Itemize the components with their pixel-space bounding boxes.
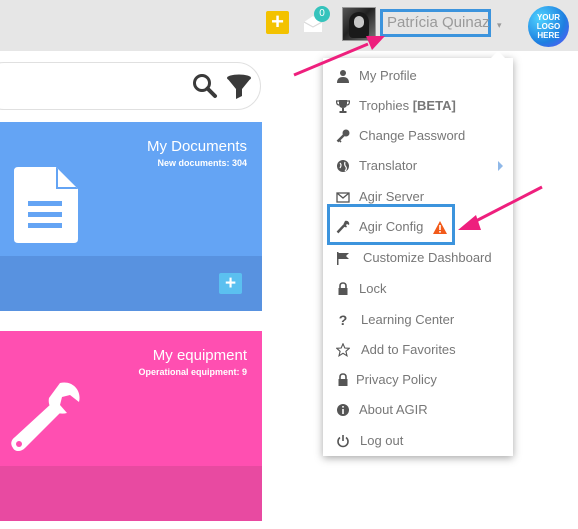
menu-item-change-password[interactable]: Change Password xyxy=(323,121,513,151)
wrench-icon xyxy=(11,382,80,451)
trophy-icon xyxy=(336,100,350,113)
key-icon xyxy=(336,129,350,143)
question-icon: ? xyxy=(338,312,348,328)
search-icon[interactable] xyxy=(192,73,218,99)
document-icon xyxy=(14,167,78,243)
menu-item-add-to-favorites[interactable]: Add to Favorites xyxy=(323,335,513,365)
quick-add-button[interactable]: + xyxy=(266,11,289,34)
avatar[interactable] xyxy=(342,7,376,41)
company-logo: YOUR LOGO HERE xyxy=(528,6,569,47)
add-document-button[interactable]: + xyxy=(219,273,242,294)
filter-icon[interactable] xyxy=(225,73,253,101)
card-title: My equipment xyxy=(152,347,247,364)
user-menu-toggle[interactable]: Patrícia Quinaz xyxy=(380,9,491,37)
card-footer xyxy=(0,466,262,521)
user-icon xyxy=(337,70,349,83)
flag-icon xyxy=(337,252,349,265)
card-title: My Documents xyxy=(146,138,247,155)
star-icon xyxy=(336,343,350,357)
chevron-right-icon xyxy=(498,161,503,171)
lock-icon xyxy=(338,373,348,386)
info-icon xyxy=(337,404,349,416)
card-subtitle: Operational equipment: 9 xyxy=(138,367,247,377)
menu-item-learning-center[interactable]: ? Learning Center xyxy=(323,305,513,335)
menu-item-privacy-policy[interactable]: Privacy Policy xyxy=(323,365,513,395)
agir-config-highlight xyxy=(327,204,455,245)
menu-item-translator[interactable]: Translator xyxy=(323,151,513,181)
menu-item-about-agir[interactable]: About AGIR xyxy=(323,395,513,425)
search-input[interactable] xyxy=(0,62,261,110)
notification-badge: 0 xyxy=(314,6,330,22)
chevron-down-icon[interactable]: ▾ xyxy=(497,20,502,31)
my-documents-card[interactable]: My Documents New documents: 304 + xyxy=(0,122,262,311)
menu-item-log-out[interactable]: Log out xyxy=(323,426,513,456)
menu-item-customize-dashboard[interactable]: Customize Dashboard xyxy=(323,243,513,273)
my-equipment-card[interactable]: My equipment Operational equipment: 9 xyxy=(0,331,262,521)
lock-icon xyxy=(338,282,348,295)
envelope-icon xyxy=(336,192,350,203)
user-dropdown-menu: My Profile Trophies [BETA] Change Passwo… xyxy=(323,51,513,456)
top-bar xyxy=(0,0,578,51)
menu-item-my-profile[interactable]: My Profile xyxy=(323,61,513,91)
card-subtitle: New documents: 304 xyxy=(157,158,247,168)
power-icon xyxy=(337,435,349,448)
menu-item-trophies[interactable]: Trophies [BETA] xyxy=(323,91,513,121)
menu-item-lock[interactable]: Lock xyxy=(323,274,513,304)
globe-icon xyxy=(337,160,349,172)
